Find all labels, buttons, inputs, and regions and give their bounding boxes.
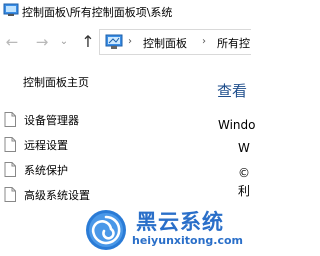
rights-line: 利 xyxy=(238,184,251,198)
address-bar[interactable]: › 控制面板 › 所有控 xyxy=(99,29,251,55)
watermark-title: 黑云系统 xyxy=(136,210,224,234)
arrow-right-icon[interactable]: → xyxy=(33,33,51,51)
sidebar-item-advanced-settings[interactable]: 高级系统设置 xyxy=(4,185,134,205)
arrow-left-icon[interactable]: ← xyxy=(3,33,21,51)
sidebar-item-remote-settings[interactable]: 远程设置 xyxy=(4,135,134,155)
watermark-url: heiyunxitong.com xyxy=(132,234,243,247)
breadcrumb-control-panel[interactable]: 控制面板 xyxy=(143,35,187,51)
copyright-line: © xyxy=(238,166,250,180)
sidebar-item-system-protection[interactable]: 系统保护 xyxy=(4,160,134,180)
breadcrumb-separator[interactable]: › xyxy=(128,35,132,49)
swirl-logo-icon xyxy=(86,210,126,250)
breadcrumb-all-items[interactable]: 所有控 xyxy=(217,35,250,51)
document-icon xyxy=(4,187,16,202)
sidebar-item-label: 系统保护 xyxy=(24,164,68,177)
sidebar-item-label: 设备管理器 xyxy=(24,114,79,127)
breadcrumb-separator[interactable]: › xyxy=(202,35,206,49)
navigation-bar: ← → ⌄ ↑ › 控制面板 › 所有控 xyxy=(0,28,251,56)
control-panel-icon xyxy=(3,3,19,16)
windows-edition-label: Windo xyxy=(218,118,256,132)
window-title: 控制面板\所有控制面板项\系统 xyxy=(22,6,173,19)
address-control-panel-icon xyxy=(105,34,123,49)
sidebar-item-label: 高级系统设置 xyxy=(24,189,90,202)
document-icon xyxy=(4,162,16,177)
sidebar-home-link[interactable]: 控制面板主页 xyxy=(23,74,89,90)
page-heading: 查看 xyxy=(217,82,248,100)
title-bar: 控制面板\所有控制面板项\系统 xyxy=(0,0,251,24)
sidebar-item-device-manager[interactable]: 设备管理器 xyxy=(4,110,134,130)
edition-line: W xyxy=(238,141,250,155)
chevron-down-icon[interactable]: ⌄ xyxy=(59,34,69,50)
arrow-up-icon[interactable]: ↑ xyxy=(79,33,97,51)
sidebar-item-label: 远程设置 xyxy=(24,139,68,152)
document-icon xyxy=(4,112,16,127)
document-icon xyxy=(4,137,16,152)
